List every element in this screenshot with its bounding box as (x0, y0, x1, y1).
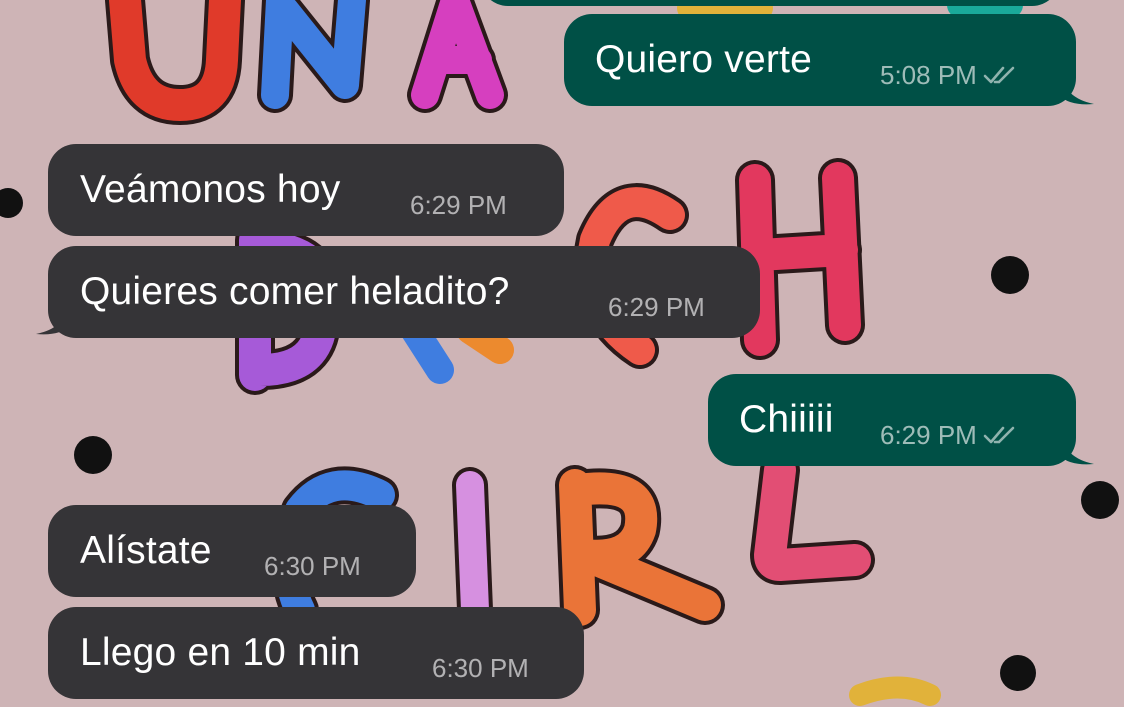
message-timestamp: 6:30 PM (432, 653, 529, 683)
message-bubble-incoming[interactable]: Veámonos hoy 6:29 PM (48, 144, 564, 236)
chat-wallpaper (0, 0, 1119, 706)
message-bubble-outgoing-partial[interactable] (480, 0, 1060, 6)
message-timestamp: 6:29 PM (880, 420, 977, 450)
message-meta: 6:29 PM (880, 420, 1019, 452)
message-bubble-outgoing[interactable]: Chiiiii 6:29 PM (708, 374, 1076, 466)
message-meta: 5:08 PM (880, 60, 1019, 92)
message-timestamp: 6:30 PM (264, 551, 361, 581)
message-timestamp: 5:08 PM (880, 60, 977, 90)
message-text: Llego en 10 min (80, 631, 361, 674)
message-bubble-incoming[interactable]: Quieres comer heladito? 6:29 PM (48, 246, 760, 338)
message-text: Chiiiii (739, 398, 834, 441)
read-receipt-icon (983, 62, 1019, 92)
message-text: Quiero verte (595, 38, 812, 81)
message-timestamp: 6:29 PM (410, 190, 507, 220)
message-timestamp: 6:29 PM (608, 292, 705, 322)
message-bubble-incoming[interactable]: Alístate 6:30 PM (48, 505, 416, 597)
message-text: Veámonos hoy (80, 168, 341, 211)
message-bubble-incoming[interactable]: Llego en 10 min 6:30 PM (48, 607, 584, 699)
message-text: Quieres comer heladito? (80, 270, 510, 313)
message-bubble-outgoing[interactable]: Quiero verte 5:08 PM (564, 14, 1076, 106)
message-text: Alístate (80, 529, 212, 572)
read-receipt-icon (983, 422, 1019, 452)
